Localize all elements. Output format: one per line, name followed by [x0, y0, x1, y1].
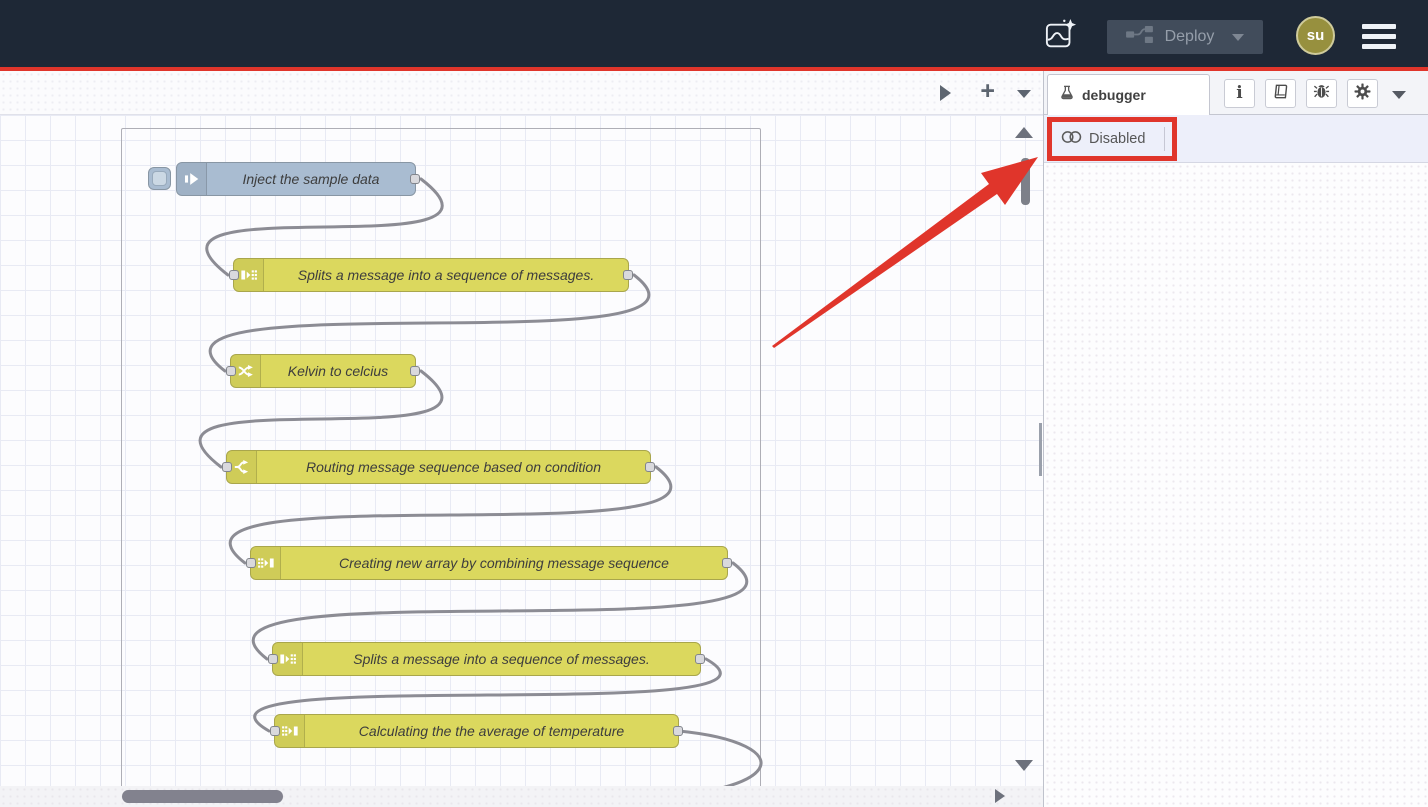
disabled-label: Disabled: [1089, 131, 1145, 147]
input-port[interactable]: [268, 654, 278, 664]
inject-trigger-button[interactable]: [148, 167, 171, 190]
input-port[interactable]: [270, 726, 280, 736]
input-port[interactable]: [246, 558, 256, 568]
input-port[interactable]: [226, 366, 236, 376]
node-label: Calculating the the average of temperatu…: [305, 715, 678, 747]
sidebar-splitter-handle[interactable]: [1039, 423, 1042, 476]
flow-node-join[interactable]: Creating new array by combining message …: [250, 546, 728, 580]
tab-debugger[interactable]: debugger: [1047, 74, 1210, 115]
hamburger-icon[interactable]: [1362, 24, 1396, 49]
flow-node-split[interactable]: Splits a message into a sequence of mess…: [272, 642, 701, 676]
flask-icon: [1060, 85, 1074, 105]
node-label: Kelvin to celcius: [261, 355, 415, 387]
info-icon: i: [1236, 85, 1242, 103]
chevron-down-icon[interactable]: [1392, 91, 1406, 99]
output-port[interactable]: [623, 270, 633, 280]
inject-icon: [177, 163, 207, 195]
flow-editor-column: + Inject the sample data Splits a message…: [0, 71, 1043, 807]
output-port[interactable]: [673, 726, 683, 736]
toolbar-separator: [1164, 127, 1165, 151]
scroll-up-icon[interactable]: [1015, 127, 1033, 138]
node-label: Routing message sequence based on condit…: [257, 451, 650, 483]
flow-node-join[interactable]: Calculating the the average of temperatu…: [274, 714, 679, 748]
horizontal-scrollbar[interactable]: [0, 786, 1043, 807]
sidebar: debugger i Disabled: [1043, 71, 1428, 807]
flow-node-change[interactable]: Kelvin to celcius: [230, 354, 416, 388]
debug-messages-panel[interactable]: [1044, 163, 1428, 807]
input-port[interactable]: [222, 462, 232, 472]
node-label: Creating new array by combining message …: [281, 547, 727, 579]
input-port[interactable]: [229, 270, 239, 280]
bug-icon: [1313, 83, 1330, 104]
horizontal-scrollbar-thumb[interactable]: [122, 790, 283, 803]
output-port[interactable]: [722, 558, 732, 568]
flow-node-switch[interactable]: Routing message sequence based on condit…: [226, 450, 651, 484]
sidebar-tab-bar: debugger i: [1044, 71, 1428, 115]
header-bar: Deploy su: [0, 0, 1428, 67]
flow-node-split[interactable]: Splits a message into a sequence of mess…: [233, 258, 629, 292]
vertical-scrollbar-thumb[interactable]: [1021, 158, 1030, 205]
workspace-tab-bar: +: [0, 71, 1043, 115]
info-button[interactable]: i: [1224, 79, 1255, 108]
debug-toolbar: Disabled: [1044, 115, 1428, 163]
output-port[interactable]: [410, 174, 420, 184]
output-port[interactable]: [695, 654, 705, 664]
avatar-initials: su: [1307, 27, 1325, 44]
flow-canvas[interactable]: Inject the sample data Splits a message i…: [0, 115, 1043, 786]
chevron-down-icon[interactable]: [1232, 34, 1244, 41]
gear-button[interactable]: [1347, 79, 1378, 108]
disabled-toggle-button[interactable]: Disabled: [1057, 125, 1149, 153]
chevron-down-icon[interactable]: [1017, 90, 1031, 98]
workspace: + Inject the sample data Splits a message…: [0, 71, 1428, 807]
tab-debugger-label: debugger: [1082, 87, 1146, 103]
user-avatar[interactable]: su: [1296, 16, 1335, 55]
deploy-nodes-icon: [1126, 26, 1153, 48]
node-label: Splits a message into a sequence of mess…: [264, 259, 628, 291]
toggle-off-icon: [1061, 130, 1082, 149]
gear-icon: [1354, 83, 1371, 105]
book-icon: [1273, 84, 1289, 104]
bug-button[interactable]: [1306, 79, 1337, 108]
flow-sparkle-icon[interactable]: [1044, 17, 1078, 53]
plus-icon[interactable]: +: [980, 77, 995, 105]
play-right-icon[interactable]: [940, 85, 951, 101]
node-label: Splits a message into a sequence of mess…: [303, 643, 700, 675]
deploy-button[interactable]: Deploy: [1107, 20, 1263, 54]
scroll-right-icon[interactable]: [995, 789, 1005, 803]
output-port[interactable]: [645, 462, 655, 472]
app-window: Deploy su + Inject the sample data Splits…: [0, 0, 1428, 807]
book-button[interactable]: [1265, 79, 1296, 108]
deploy-label: Deploy: [1165, 28, 1215, 46]
flow-node-inject[interactable]: Inject the sample data: [176, 162, 416, 196]
output-port[interactable]: [410, 366, 420, 376]
scroll-down-icon[interactable]: [1015, 760, 1033, 771]
node-label: Inject the sample data: [207, 163, 415, 195]
